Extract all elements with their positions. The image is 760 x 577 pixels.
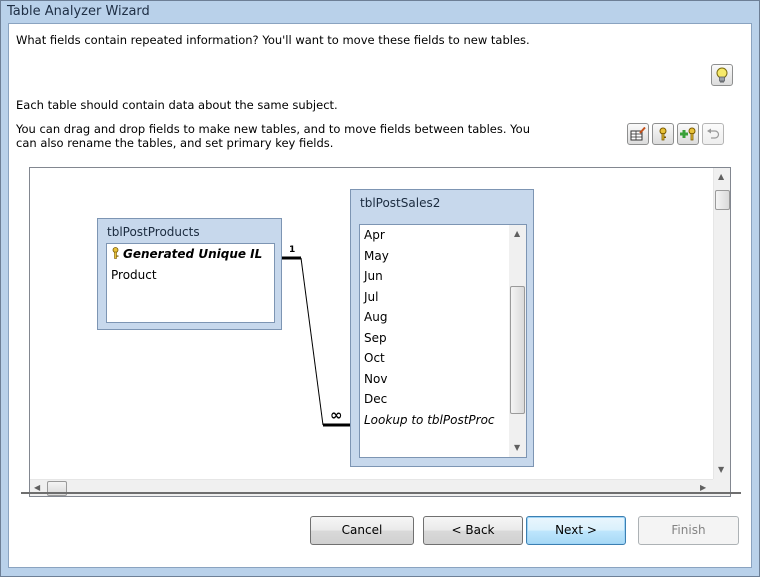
wizard-client-area: What fields contain repeated information… — [8, 23, 752, 568]
field-product[interactable]: Product — [107, 265, 274, 286]
set-primary-key-button[interactable] — [652, 123, 674, 145]
canvas-scroll-left-arrow[interactable]: ◀ — [34, 483, 40, 492]
field-aug[interactable]: Aug — [360, 307, 508, 328]
instruction-line-2: Each table should contain data about the… — [16, 98, 338, 112]
field-nov[interactable]: Nov — [360, 369, 508, 390]
instruction-line-3a: You can drag and drop fields to make new… — [16, 122, 530, 136]
scrollbar-thumb[interactable] — [510, 286, 525, 414]
canvas-vertical-scrollbar[interactable]: ▲ ▼ — [713, 168, 730, 479]
rename-table-icon — [630, 127, 646, 141]
instruction-line-3b: can also rename the tables, and set prim… — [16, 136, 334, 150]
field-dec[interactable]: Dec — [360, 389, 508, 410]
cancel-button[interactable]: Cancel — [310, 516, 414, 545]
sales-field-column: Apr May Jun Jul Aug Sep Oct Nov Dec Look… — [360, 225, 508, 430]
next-button[interactable]: Next > — [526, 516, 626, 545]
field-list-scrollbar[interactable]: ▲ ▼ — [509, 225, 526, 457]
add-generated-key-button[interactable] — [677, 123, 699, 145]
canvas-vscroll-thumb[interactable] — [715, 190, 730, 210]
table-tblPostProducts[interactable]: tblPostProducts Generated Unique IL Prod… — [97, 218, 282, 330]
field-lookup[interactable]: Lookup to tblPostProc — [360, 410, 508, 431]
rename-table-button[interactable] — [627, 123, 649, 145]
table-analyzer-window: Table Analyzer Wizard What fields contai… — [0, 0, 760, 577]
back-button[interactable]: < Back — [423, 516, 523, 545]
canvas-scroll-right-arrow[interactable]: ▶ — [700, 483, 706, 492]
relationship-many-label: ∞ — [330, 406, 343, 424]
table-name[interactable]: tblPostProducts — [103, 223, 276, 241]
window-title: Table Analyzer Wizard — [7, 4, 150, 19]
canvas-scroll-down-arrow[interactable]: ▼ — [718, 465, 724, 474]
finish-button[interactable]: Finish — [638, 516, 739, 545]
field-primary-key[interactable]: Generated Unique IL — [107, 244, 274, 265]
field-oct[interactable]: Oct — [360, 348, 508, 369]
canvas-scroll-up-arrow[interactable]: ▲ — [718, 172, 724, 181]
tips-button[interactable] — [711, 64, 733, 86]
field-apr[interactable]: Apr — [360, 225, 508, 246]
table-field-list: Apr May Jun Jul Aug Sep Oct Nov Dec Look… — [359, 224, 527, 458]
undo-button[interactable] — [702, 123, 724, 145]
scroll-down-arrow[interactable]: ▼ — [514, 443, 520, 452]
table-tblPostSales2[interactable]: tblPostSales2 Apr May Jun Jul Aug Sep Oc… — [350, 189, 534, 467]
field-sep[interactable]: Sep — [360, 328, 508, 349]
primary-key-icon — [112, 247, 119, 259]
scroll-up-arrow[interactable]: ▲ — [514, 229, 520, 238]
field-may[interactable]: May — [360, 246, 508, 267]
relationship-one-label: 1 — [289, 245, 296, 255]
table-design-canvas[interactable]: 1 ∞ tblPostProducts Generated Unique IL … — [29, 167, 731, 497]
instruction-line-1: What fields contain repeated information… — [16, 33, 530, 47]
button-separator — [21, 492, 741, 494]
lightbulb-icon — [716, 67, 728, 83]
field-jun[interactable]: Jun — [360, 266, 508, 287]
field-label: Generated Unique IL — [123, 247, 263, 261]
field-jul[interactable]: Jul — [360, 287, 508, 308]
table-field-list: Generated Unique IL Product — [106, 243, 275, 323]
key-icon — [659, 127, 667, 141]
undo-icon — [707, 128, 720, 139]
table-name[interactable]: tblPostSales2 — [356, 194, 528, 212]
add-key-icon — [680, 127, 696, 141]
